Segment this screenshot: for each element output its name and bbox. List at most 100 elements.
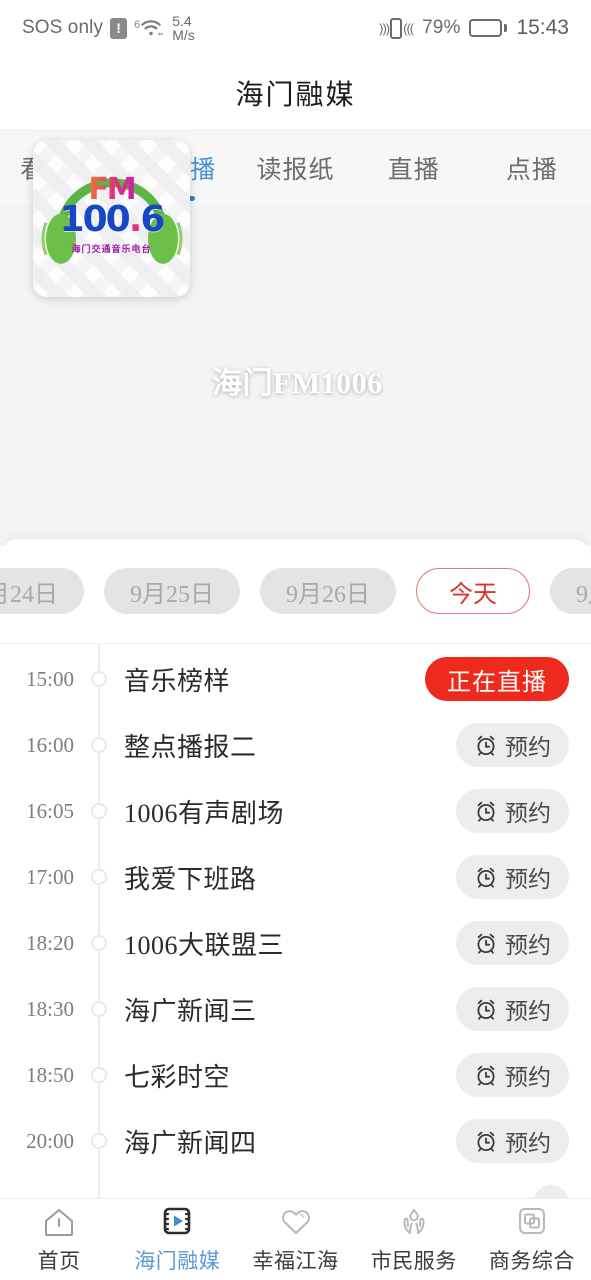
timeline-dot xyxy=(91,1067,107,1083)
network-speed: 5.4 M/s xyxy=(172,12,195,43)
nav-label: 市民服务 xyxy=(370,1249,457,1273)
timeline-dot xyxy=(91,935,107,951)
book-label: 预约 xyxy=(505,1065,551,1090)
station-name: 海门FM1006 xyxy=(212,367,383,400)
tab-label: 点播 xyxy=(505,157,558,184)
date-chip-today[interactable]: 今天 xyxy=(416,568,530,614)
program-name: 海广新闻四 xyxy=(124,1128,257,1158)
layers-icon xyxy=(514,1204,550,1240)
program-list: 15:00 音乐榜样 正在直播 16:00 整点播报二 预约 16:05 100… xyxy=(0,644,591,1200)
book-button[interactable]: 预约 xyxy=(456,723,569,767)
program-time: 15:00 xyxy=(26,666,74,691)
tab-dubaozhi[interactable]: 读报纸 xyxy=(236,131,354,205)
program-time: 20:00 xyxy=(26,1128,74,1153)
speed-value: 5.4 xyxy=(172,12,192,29)
timeline-dot xyxy=(91,671,107,687)
timeline-dot xyxy=(91,1133,107,1149)
status-bar-right: )))((( 79% 15:43 xyxy=(379,16,569,40)
tab-zhibo[interactable]: 直播 xyxy=(355,131,473,205)
bottom-navigation: 首页 海门融媒 幸福江海 市民服务 商务综合 xyxy=(0,1198,591,1280)
program-name: 七彩时空 xyxy=(124,1062,231,1092)
tab-dianbo[interactable]: 点播 xyxy=(473,131,591,205)
title-bar: 海门融媒 xyxy=(0,56,591,130)
app-root: SOS only ! 6 5.4 M/s )))((( 79% 15:43 海门… xyxy=(0,0,591,1280)
status-bar-left: SOS only ! 6 5.4 M/s xyxy=(22,12,195,43)
book-button[interactable]: 预约 xyxy=(456,987,569,1031)
book-label: 预约 xyxy=(505,1131,551,1156)
book-button[interactable]: 预约 xyxy=(456,1119,569,1163)
nav-item-haimenrongmei[interactable]: 海门融媒 xyxy=(118,1199,236,1280)
book-button[interactable]: 预约 xyxy=(456,1053,569,1097)
program-name: 海广新闻三 xyxy=(124,996,257,1026)
date-chip[interactable]: 9月24日 xyxy=(0,568,84,614)
table-row[interactable]: 17:00 我爱下班路 预约 xyxy=(0,844,591,910)
status-bar: SOS only ! 6 5.4 M/s )))((( 79% 15:43 xyxy=(0,0,591,56)
tab-label: 直播 xyxy=(387,157,440,184)
alarm-clock-icon xyxy=(477,1131,495,1152)
table-row[interactable]: 20:00 海广新闻四 预约 xyxy=(0,1108,591,1174)
nav-item-shangwuzonghe[interactable]: 商务综合 xyxy=(473,1199,591,1280)
speed-unit: M/s xyxy=(172,27,195,43)
alarm-clock-icon xyxy=(477,1065,495,1086)
heart-icon xyxy=(278,1204,314,1240)
nav-label: 商务综合 xyxy=(488,1249,575,1273)
nav-item-xingfujianghai[interactable]: 幸福江海 xyxy=(236,1199,354,1280)
battery-percent-label: 79% xyxy=(422,17,461,38)
table-row[interactable]: 18:30 海广新闻三 预约 xyxy=(0,976,591,1042)
book-label: 预约 xyxy=(505,999,551,1024)
book-label: 预约 xyxy=(505,933,551,958)
program-time: 18:30 xyxy=(26,996,74,1021)
program-time: 17:00 xyxy=(26,864,74,889)
alarm-clock-icon xyxy=(477,999,495,1020)
book-label: 预约 xyxy=(505,801,551,826)
nav-item-shiminfuwu[interactable]: 市民服务 xyxy=(355,1199,473,1280)
timeline-dot xyxy=(91,869,107,885)
wifi-icon: 6 xyxy=(134,18,164,38)
station-logo-art: FM 100.6 海门交通音乐电台 xyxy=(33,140,190,297)
date-chip[interactable]: 9月28日 xyxy=(550,568,591,614)
book-button[interactable]: 预约 xyxy=(456,921,569,965)
book-button[interactable]: 预约 xyxy=(456,855,569,899)
program-name: 1006有声剧场 xyxy=(124,798,285,828)
table-row[interactable]: 18:20 1006大联盟三 预约 xyxy=(0,910,591,976)
schedule-sheet: 9月24日 9月25日 9月26日 今天 9月28日 15:00 音乐榜样 正在… xyxy=(0,539,591,1200)
live-badge[interactable]: 正在直播 xyxy=(425,657,569,701)
date-chip[interactable]: 9月25日 xyxy=(104,568,240,614)
logo-subtitle: 海门交通音乐电台 xyxy=(71,243,152,254)
battery-icon xyxy=(469,19,508,37)
alarm-clock-icon xyxy=(477,933,495,954)
nav-label: 首页 xyxy=(37,1249,81,1273)
alarm-clock-icon xyxy=(477,735,495,756)
alarm-clock-icon xyxy=(477,801,495,822)
film-play-icon xyxy=(159,1204,195,1240)
program-time: 16:00 xyxy=(26,732,74,757)
vibrate-icon: )))((( xyxy=(379,17,414,39)
program-time: 18:20 xyxy=(26,930,74,955)
table-row[interactable]: 16:00 整点播报二 预约 xyxy=(0,712,591,778)
program-time: 18:50 xyxy=(26,1062,74,1087)
program-name: 整点播报二 xyxy=(124,732,257,762)
warning-icon: ! xyxy=(110,17,128,39)
program-name: 音乐榜样 xyxy=(124,666,231,696)
table-row[interactable]: 18:50 七彩时空 预约 xyxy=(0,1042,591,1108)
station-logo-card[interactable]: FM 100.6 海门交通音乐电台 xyxy=(33,140,190,297)
timeline-dot xyxy=(91,803,107,819)
program-name: 1006大联盟三 xyxy=(124,930,285,960)
nav-label: 幸福江海 xyxy=(252,1249,339,1273)
table-row-partial[interactable] xyxy=(0,1174,591,1200)
program-time: 16:05 xyxy=(26,798,74,823)
table-row[interactable]: 15:00 音乐榜样 正在直播 xyxy=(0,646,591,712)
page-title: 海门融媒 xyxy=(235,80,356,111)
book-button[interactable]: 预约 xyxy=(456,789,569,833)
book-label: 预约 xyxy=(505,867,551,892)
nav-label: 海门融媒 xyxy=(134,1249,221,1273)
nav-item-home[interactable]: 首页 xyxy=(0,1199,118,1280)
date-chip[interactable]: 9月26日 xyxy=(260,568,396,614)
home-icon xyxy=(41,1204,77,1240)
book-label: 预约 xyxy=(505,735,551,760)
table-row[interactable]: 16:05 1006有声剧场 预约 xyxy=(0,778,591,844)
carrier-label: SOS only xyxy=(22,17,104,38)
timeline-dot xyxy=(91,737,107,753)
date-selector[interactable]: 9月24日 9月25日 9月26日 今天 9月28日 xyxy=(0,539,591,644)
tab-label: 读报纸 xyxy=(256,157,335,184)
